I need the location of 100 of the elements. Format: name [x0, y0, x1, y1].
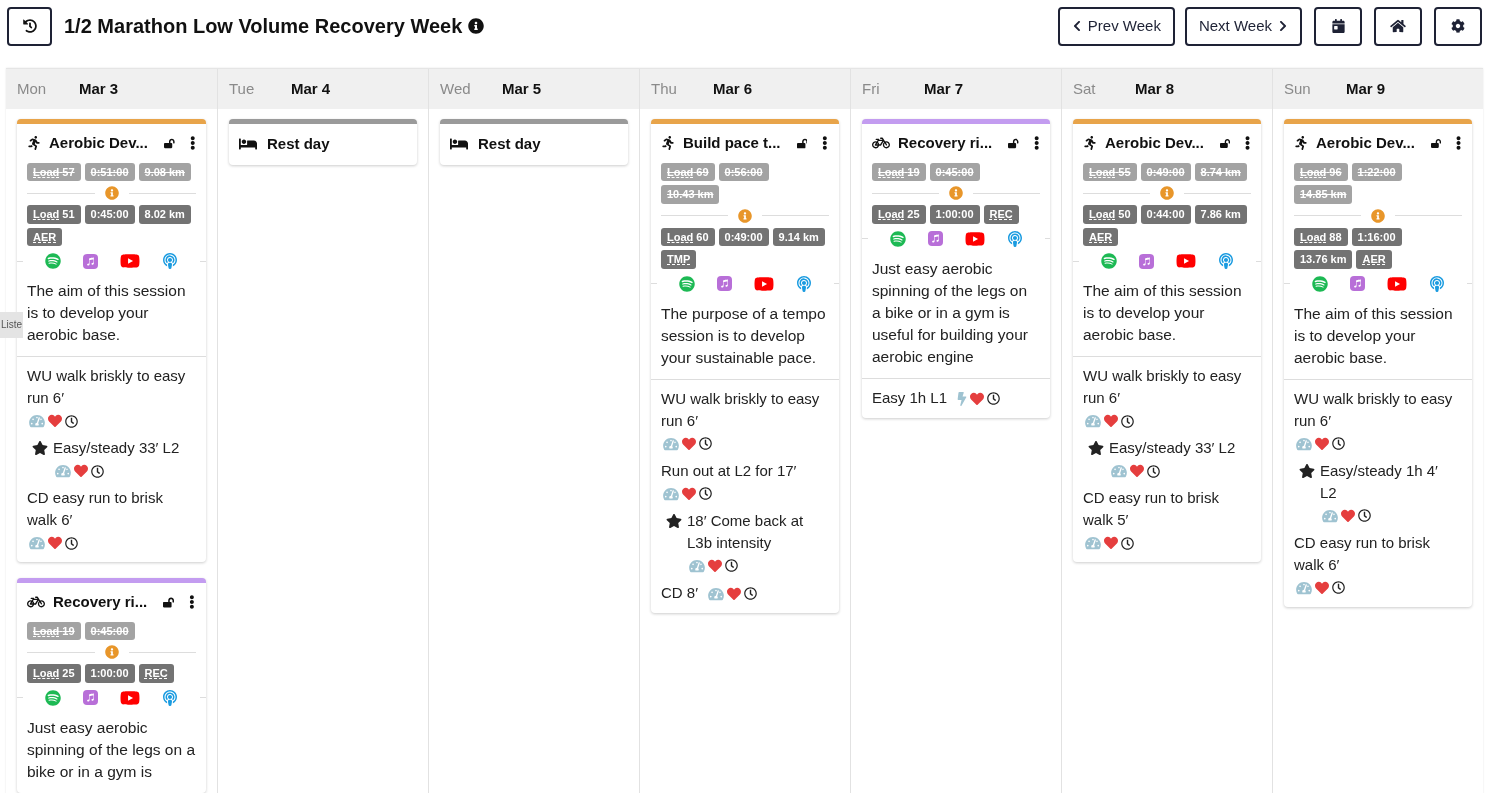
info-icon[interactable] [468, 18, 485, 34]
session-description: The aim of this session is to develop your aerobic base. [1294, 303, 1454, 368]
step-text: 18′ Come back at L3b intensity [687, 510, 805, 553]
music-note-icon[interactable] [1349, 276, 1365, 291]
video-play-icon[interactable] [1175, 252, 1196, 270]
prev-week-button[interactable]: Prev Week [1057, 6, 1175, 46]
heart-icon [708, 558, 722, 573]
rest-day-card[interactable]: Rest day [440, 119, 628, 165]
gauge-icon [1085, 536, 1101, 551]
metric-badge: 0:45:00 [929, 162, 980, 181]
step-text: CD easy run to brisk walk 6′ [1294, 532, 1431, 575]
podcast-icon[interactable] [795, 275, 812, 292]
session-title: Recovery ri... [53, 592, 148, 613]
heart-icon [682, 436, 696, 451]
heart-icon [1104, 414, 1118, 429]
session-card[interactable] [1284, 119, 1472, 607]
metric-badge: 0:56:00 [718, 162, 769, 181]
heart-icon [1130, 464, 1144, 479]
load-badge: Load 25 [872, 205, 926, 224]
heart-icon [1104, 536, 1118, 551]
metric-badge: 8.74 km [1194, 162, 1247, 181]
music-note-icon[interactable] [716, 276, 732, 291]
music-note-icon[interactable] [1138, 253, 1154, 269]
metric-badge: 0:45:00 [84, 621, 135, 641]
clock-icon [1358, 509, 1371, 523]
spotify-icon[interactable] [45, 689, 61, 706]
spotify-icon[interactable] [45, 253, 61, 269]
step-text: CD 8′ [661, 582, 698, 603]
more-icon[interactable] [1032, 136, 1040, 151]
clock-icon [1121, 414, 1134, 428]
history-button[interactable] [7, 6, 52, 46]
metric-badge: 14.85 km [1294, 185, 1353, 204]
heart-icon [727, 586, 741, 601]
podcast-icon[interactable] [162, 253, 178, 269]
heart-icon [48, 414, 62, 429]
rest-day-card[interactable]: Rest day [229, 119, 417, 165]
music-note-icon[interactable] [927, 231, 943, 246]
heart-icon [682, 486, 696, 501]
home-button[interactable] [1374, 6, 1422, 46]
zone-badge: AER [1356, 250, 1392, 269]
session-description: The aim of this session is to develop your aerobic base. [27, 281, 187, 345]
spotify-icon[interactable] [889, 230, 906, 247]
load-badge: Load 55 [1083, 162, 1137, 181]
podcast-icon[interactable] [1217, 253, 1234, 269]
video-play-icon[interactable] [120, 252, 140, 270]
spotify-icon[interactable] [1311, 275, 1328, 292]
session-card[interactable]: Recovery ri... Load 19 0:45:00 Load 25 1:00:00 REC Just easy aerobic spinning of the legs on a bike or in a gym is [17, 578, 206, 793]
gauge-icon [1296, 580, 1312, 595]
step-text: Easy/steady 33′ L2 [1109, 438, 1236, 459]
metric-badge: 0:44:00 [1140, 205, 1191, 224]
date-label: Mar 5 [502, 78, 542, 99]
weekday-label: Mon [17, 78, 48, 99]
session-title: Aerobic Dev... [49, 133, 148, 153]
more-icon[interactable] [1454, 136, 1462, 151]
clock-icon [91, 464, 104, 478]
step-text: WU walk briskly to easy run 6′ [1083, 366, 1243, 408]
music-note-icon[interactable] [83, 253, 98, 269]
zone-badge: REC [138, 664, 174, 683]
step-text: Easy 1h L1 [872, 387, 948, 408]
runner-icon [1083, 136, 1097, 151]
gauge-icon [1085, 414, 1101, 429]
more-icon[interactable] [1243, 136, 1251, 151]
metric-badge: 9.08 km [138, 162, 191, 181]
podcast-icon[interactable] [1428, 275, 1445, 292]
session-title: Build pace t... [683, 133, 781, 153]
video-play-icon[interactable] [964, 229, 985, 248]
step-text: Run out at L2 for 17′ [661, 460, 797, 481]
tooltip: Liste [0, 312, 24, 338]
session-card[interactable] [651, 119, 839, 613]
metric-badge: 8.02 km [138, 205, 191, 224]
metric-badge: 1:22:00 [1351, 162, 1402, 181]
podcast-icon[interactable] [162, 689, 178, 706]
more-icon[interactable] [188, 595, 196, 610]
music-note-icon[interactable] [83, 690, 98, 706]
video-play-icon[interactable] [120, 688, 140, 707]
clock-icon [65, 414, 78, 428]
video-play-icon[interactable] [753, 274, 774, 293]
date-label: Mar 6 [713, 78, 753, 99]
zone-badge: REC [983, 205, 1019, 224]
video-play-icon[interactable] [1386, 274, 1407, 293]
runner-icon [661, 136, 675, 151]
podcast-icon[interactable] [1006, 230, 1023, 247]
spotify-icon[interactable] [1100, 253, 1117, 269]
load-badge: Load 69 [661, 162, 715, 181]
spotify-icon[interactable] [678, 275, 695, 292]
weekday-label: Sun [1284, 78, 1312, 99]
calendar-button[interactable] [1314, 6, 1362, 46]
session-card[interactable]: Recovery ri... Load 19 0:45:00 Load 25 1:00:00 REC Just easy aerobic spinning of the legs on a bike or in a gym is useful for building your aerobic engine Easy 1h L1 [862, 119, 1050, 418]
more-icon[interactable] [188, 136, 196, 151]
session-card[interactable] [1073, 119, 1261, 563]
more-icon[interactable] [821, 136, 829, 151]
step-text: CD easy run to brisk walk 6′ [27, 488, 164, 531]
runner-icon [27, 136, 41, 151]
gauge-icon [1296, 436, 1312, 451]
gauge-icon [29, 414, 45, 429]
history-icon [22, 19, 37, 33]
session-description: Just easy aerobic spinning of the legs on a bike or in a gym is [27, 717, 196, 782]
next-week-button[interactable]: Next Week [1184, 6, 1302, 46]
clock-icon [1147, 464, 1160, 478]
settings-button[interactable] [1434, 6, 1482, 46]
